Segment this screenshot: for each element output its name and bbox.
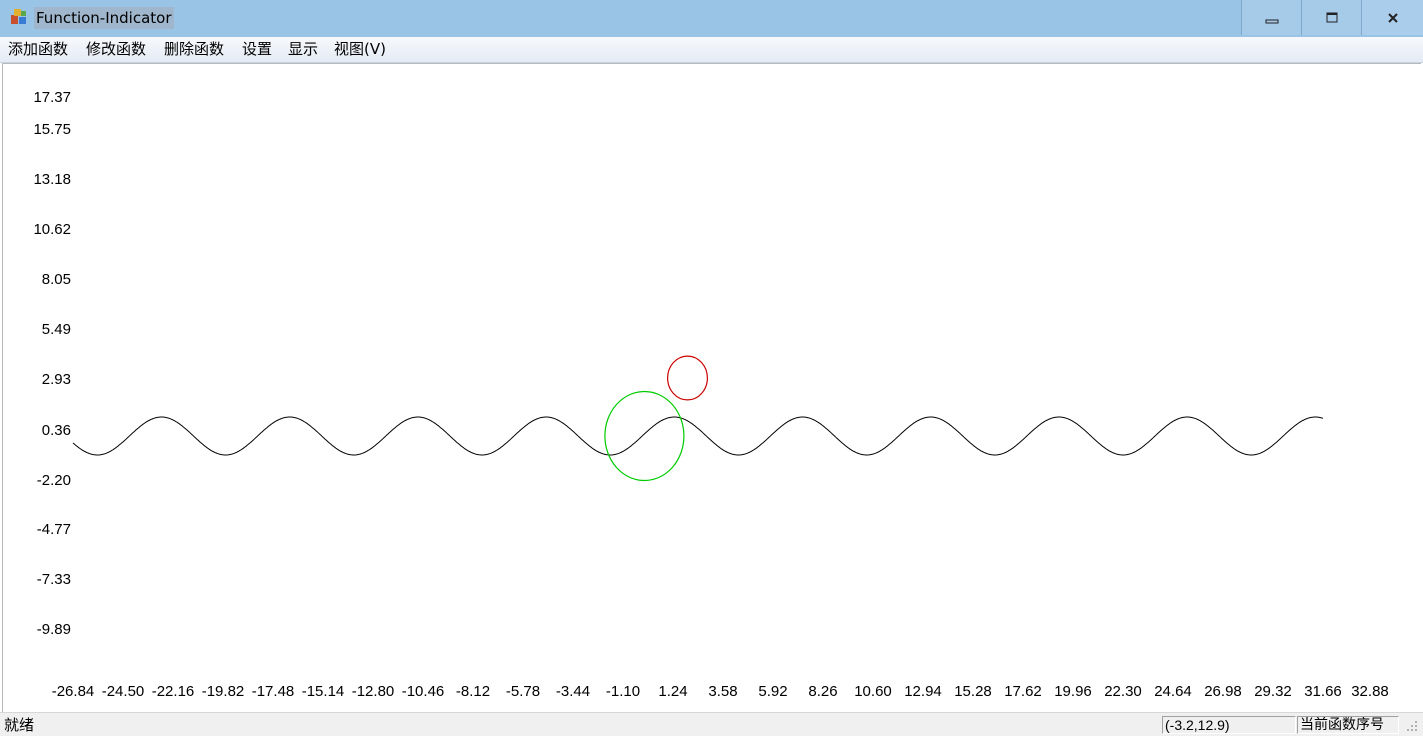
x-tick-label: -15.14 bbox=[302, 683, 345, 700]
y-tick-label: 2.93 bbox=[42, 371, 71, 388]
y-tick-label: 17.37 bbox=[33, 89, 71, 106]
title-bar[interactable]: Function-Indicator bbox=[0, 0, 1423, 37]
status-function-index: 当前函数序号 bbox=[1297, 716, 1399, 734]
menu-delete-function[interactable]: 删除函数 bbox=[164, 37, 224, 62]
x-tick-label: -3.44 bbox=[556, 683, 590, 700]
status-coordinates: (-3.2,12.9) bbox=[1162, 716, 1296, 734]
x-tick-label: -24.50 bbox=[102, 683, 145, 700]
x-tick-label: -5.78 bbox=[506, 683, 540, 700]
close-icon bbox=[1387, 12, 1398, 23]
y-tick-label: -9.89 bbox=[37, 621, 71, 638]
x-tick-label: -22.16 bbox=[152, 683, 195, 700]
y-tick-label: 10.62 bbox=[33, 221, 71, 238]
x-tick-label: 12.94 bbox=[904, 683, 942, 700]
x-tick-label: 8.26 bbox=[808, 683, 837, 700]
menu-bar: 添加函数 修改函数 删除函数 设置 显示 视图(V) bbox=[0, 37, 1423, 63]
resize-grip-icon[interactable] bbox=[1403, 717, 1419, 733]
app-window: Function-Indicator 添加函数 修改函数 删除函数 设置 显示 … bbox=[0, 0, 1423, 736]
restore-icon bbox=[1326, 12, 1337, 22]
minimize-button[interactable] bbox=[1241, 0, 1301, 35]
x-tick-label: 24.64 bbox=[1154, 683, 1192, 700]
x-tick-label: -1.10 bbox=[606, 683, 640, 700]
x-tick-label: 3.58 bbox=[708, 683, 737, 700]
x-tick-label: 10.60 bbox=[854, 683, 892, 700]
x-tick-label: -17.48 bbox=[252, 683, 295, 700]
y-tick-label: -7.33 bbox=[37, 571, 71, 588]
x-tick-label: 29.32 bbox=[1254, 683, 1292, 700]
menu-add-function[interactable]: 添加函数 bbox=[8, 37, 68, 62]
status-bar: 就绪 (-3.2,12.9) 当前函数序号 bbox=[0, 712, 1423, 736]
status-ready-text: 就绪 bbox=[4, 716, 35, 734]
x-tick-label: 31.66 bbox=[1304, 683, 1342, 700]
y-tick-label: 0.36 bbox=[42, 422, 71, 439]
x-tick-label: -12.80 bbox=[352, 683, 395, 700]
window-title: Function-Indicator bbox=[34, 7, 174, 29]
y-tick-label: 5.49 bbox=[42, 321, 71, 338]
red-circle-shape bbox=[666, 355, 708, 401]
menu-display[interactable]: 显示 bbox=[288, 37, 318, 62]
menu-view[interactable]: 视图(V) bbox=[334, 37, 386, 62]
x-tick-label: 26.98 bbox=[1204, 683, 1242, 700]
maximize-button[interactable] bbox=[1301, 0, 1361, 35]
menu-settings[interactable]: 设置 bbox=[242, 37, 272, 62]
green-circle-shape bbox=[604, 390, 685, 482]
x-tick-label: -8.12 bbox=[456, 683, 490, 700]
y-tick-label: 13.18 bbox=[33, 171, 71, 188]
x-tick-label: -26.84 bbox=[52, 683, 95, 700]
y-tick-label: 8.05 bbox=[42, 271, 71, 288]
y-tick-label: 15.75 bbox=[33, 121, 71, 138]
x-tick-label: 5.92 bbox=[758, 683, 787, 700]
x-tick-label: 17.62 bbox=[1004, 683, 1042, 700]
y-tick-label: -2.20 bbox=[37, 472, 71, 489]
close-button[interactable] bbox=[1361, 0, 1423, 35]
menu-edit-function[interactable]: 修改函数 bbox=[86, 37, 146, 62]
y-tick-label: -4.77 bbox=[37, 521, 71, 538]
function-plot[interactable]: 17.37 15.75 13.18 10.62 8.05 5.49 2.93 0.36 -2.2… bbox=[3, 64, 1420, 711]
x-tick-label: -10.46 bbox=[402, 683, 445, 700]
x-tick-label: 15.28 bbox=[954, 683, 992, 700]
plot-canvas[interactable]: 17.37 15.75 13.18 10.62 8.05 5.49 2.93 0.36 -2.2… bbox=[2, 63, 1421, 712]
x-tick-label: 22.30 bbox=[1104, 683, 1142, 700]
x-tick-label: 19.96 bbox=[1054, 683, 1092, 700]
x-tick-label: -19.82 bbox=[202, 683, 245, 700]
app-blocks-icon bbox=[11, 9, 26, 24]
x-tick-label: 32.88 bbox=[1351, 683, 1389, 700]
minimize-icon bbox=[1265, 19, 1278, 23]
x-tick-label: 1.24 bbox=[658, 683, 687, 700]
function-curve-0 bbox=[72, 416, 1324, 456]
